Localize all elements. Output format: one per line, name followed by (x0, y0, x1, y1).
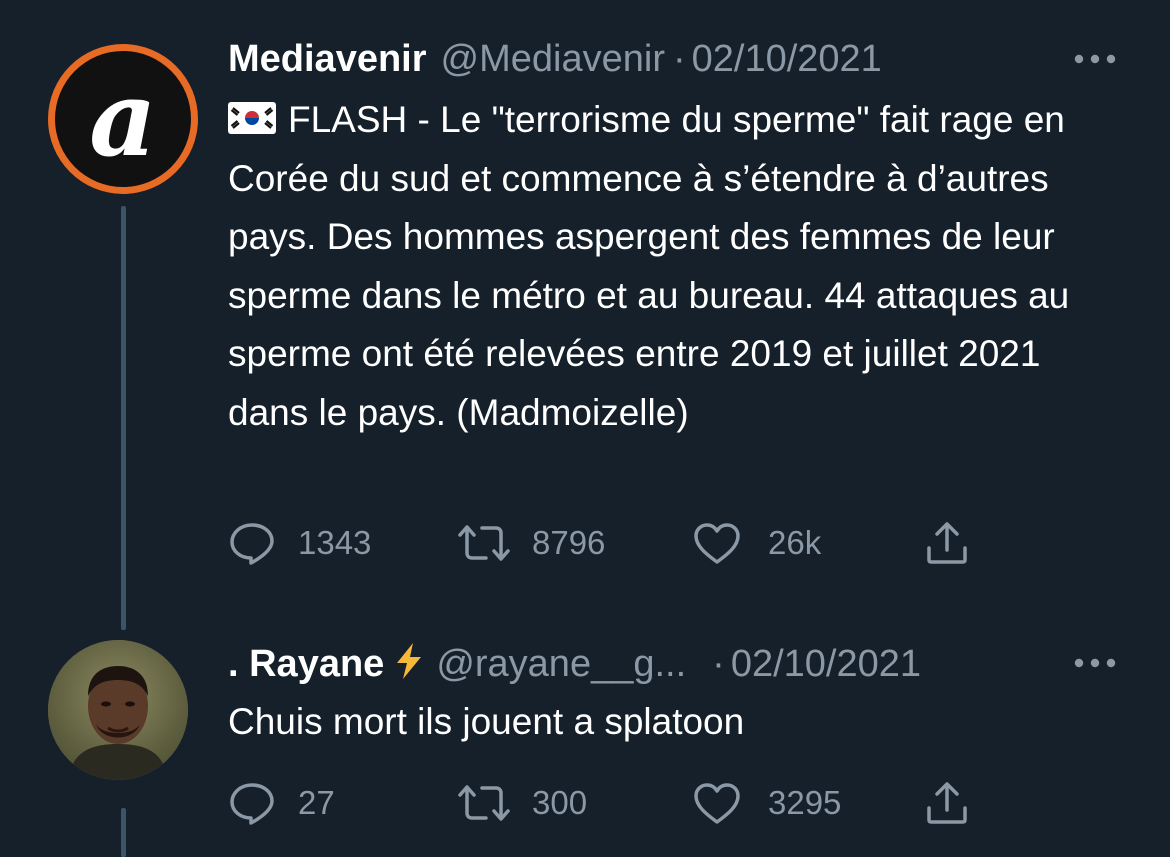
reply-icon (228, 781, 276, 825)
like-button[interactable]: 3295 (692, 778, 841, 828)
display-name[interactable]: . Rayane (228, 643, 384, 686)
profile-photo (48, 640, 188, 780)
reply-icon (228, 521, 276, 565)
reply-count: 1343 (298, 524, 372, 561)
user-handle[interactable]: @rayane__g... (436, 643, 686, 686)
south-korea-flag-icon (228, 93, 276, 134)
tweet-date[interactable]: 02/10/2021 (692, 38, 882, 81)
reply-count: 27 (298, 784, 335, 821)
heart-icon (692, 521, 742, 565)
tweet-actions: 1343 8796 26k (228, 518, 988, 568)
like-count: 3295 (768, 784, 842, 821)
tweet-body: FLASH - Le "terrorisme du sperme" fait r… (228, 99, 1080, 433)
reply-button[interactable]: 1343 (228, 518, 371, 568)
avatar[interactable] (48, 640, 188, 780)
retweet-count: 300 (532, 784, 588, 821)
user-handle[interactable]: @Mediavenir (441, 38, 665, 81)
thread-connector (121, 808, 126, 857)
tweet-actions: 27 300 3295 (228, 778, 988, 828)
separator-dot: · (712, 643, 725, 685)
tweet-header: . Rayane @rayane__g... · 02/10/2021 (228, 642, 921, 686)
thread-connector (121, 206, 126, 630)
more-icon[interactable] (1074, 52, 1116, 64)
like-button[interactable]: 26k (692, 518, 821, 568)
heart-icon (692, 781, 742, 825)
like-count: 26k (768, 524, 822, 561)
separator-dot: · (672, 38, 686, 80)
tweet-text: FLASH - Le "terrorisme du sperme" fait r… (228, 91, 1128, 442)
lightning-icon (394, 642, 424, 686)
retweet-button[interactable]: 8796 (456, 518, 605, 568)
share-icon (924, 780, 970, 826)
retweet-icon (456, 783, 512, 823)
tweet-body: Chuis mort ils jouent a splatoon (228, 701, 745, 742)
more-icon[interactable] (1074, 656, 1116, 668)
retweet-icon (456, 523, 512, 563)
reply-button[interactable]: 27 (228, 778, 335, 828)
share-icon (924, 520, 970, 566)
mediavenir-logo-icon: a (55, 51, 191, 187)
share-button[interactable] (924, 778, 970, 828)
retweet-count: 8796 (532, 524, 606, 561)
share-button[interactable] (924, 518, 970, 568)
avatar[interactable]: a (48, 44, 198, 194)
tweet-date[interactable]: 02/10/2021 (731, 643, 921, 686)
retweet-button[interactable]: 300 (456, 778, 587, 828)
tweet-thread: a Mediavenir @Mediavenir · 02/10/2021 FL… (0, 0, 1170, 857)
tweet-header: Mediavenir @Mediavenir · 02/10/2021 (228, 38, 882, 81)
logo-letter: a (89, 57, 156, 180)
display-name[interactable]: Mediavenir (228, 38, 427, 81)
